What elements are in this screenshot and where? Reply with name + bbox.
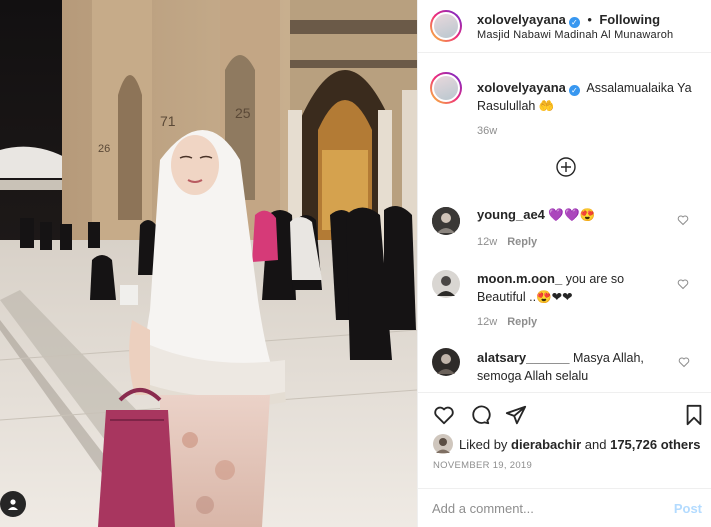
comment-text: 💜💜😍 bbox=[548, 208, 596, 222]
person-icon bbox=[8, 499, 18, 510]
reply-button[interactable]: Reply bbox=[507, 236, 537, 248]
avatar-photo bbox=[432, 270, 460, 298]
author-avatar[interactable] bbox=[430, 10, 462, 42]
comment-username[interactable]: alatsary______ bbox=[477, 350, 570, 365]
like-comment-heart-icon[interactable] bbox=[677, 214, 689, 226]
plaque-number-71: 71 bbox=[160, 113, 176, 129]
location-link[interactable]: Masjid Nabawi Madinah Al Munawaroh bbox=[477, 29, 673, 41]
comment-item-clipped: alatsary______ Masya Allah, semoga Allah… bbox=[418, 340, 711, 390]
likes-count-link[interactable]: 175,726 others bbox=[610, 437, 700, 452]
commenter-avatar[interactable] bbox=[432, 207, 460, 235]
plaque-number-26: 26 bbox=[98, 143, 110, 155]
plaque-number-25: 25 bbox=[235, 105, 251, 121]
comment-time[interactable]: 12w bbox=[477, 236, 497, 248]
reply-button[interactable]: Reply bbox=[507, 316, 537, 328]
post-date[interactable]: NOVEMBER 19, 2019 bbox=[433, 460, 532, 471]
caption-text-line2: Rasulullah 🤲 bbox=[477, 99, 555, 113]
comment-text-line1: you are so bbox=[565, 272, 625, 286]
caption: xolovelyayana ✓ Assalamualaika Ya Rasulul… bbox=[477, 79, 699, 137]
avatar-photo bbox=[433, 434, 453, 454]
divider bbox=[418, 488, 711, 489]
post-photo[interactable]: 71 25 26 bbox=[0, 0, 417, 527]
author-username[interactable]: xolovelyayana bbox=[477, 12, 566, 27]
comment-text-line2: semoga Allah selalu bbox=[477, 369, 589, 383]
likes-and: and bbox=[584, 437, 607, 452]
caption-time[interactable]: 36w bbox=[477, 125, 699, 137]
caption-text-line1: Assalamualaika Ya bbox=[586, 81, 692, 95]
liker-avatar[interactable] bbox=[433, 434, 453, 454]
post-comment-button[interactable]: Post bbox=[674, 501, 702, 516]
like-comment-heart-icon[interactable] bbox=[678, 356, 690, 368]
comment-text-line2: Beautiful ..😍❤❤ bbox=[477, 290, 573, 304]
comment-text-clipped bbox=[477, 385, 677, 390]
comment-time[interactable]: 12w bbox=[477, 316, 497, 328]
avatar-photo bbox=[432, 348, 460, 376]
post-header: xolovelyayana ✓ • Following Masjid Nabawi… bbox=[418, 0, 711, 53]
plus-circle-icon bbox=[556, 157, 576, 177]
divider bbox=[418, 392, 711, 393]
following-button[interactable]: Following bbox=[599, 12, 660, 27]
avatar-photo bbox=[432, 207, 460, 235]
add-comment-input[interactable] bbox=[432, 496, 652, 520]
comment-text-line1: Masya Allah, bbox=[573, 351, 644, 365]
post-side-panel: xolovelyayana ✓ • Following Masjid Nabawi… bbox=[417, 0, 711, 527]
liker-username[interactable]: dierabachir bbox=[511, 437, 581, 452]
likes-prefix: Liked by bbox=[459, 437, 508, 452]
header-line: xolovelyayana ✓ • Following bbox=[477, 11, 660, 29]
likes-summary: Liked by dierabachir and 175,726 others bbox=[459, 437, 700, 452]
verified-badge-icon: ✓ bbox=[568, 85, 580, 96]
like-heart-icon[interactable] bbox=[433, 404, 455, 426]
like-comment-heart-icon[interactable] bbox=[677, 278, 689, 290]
comment-username[interactable]: moon.m.oon_ bbox=[477, 271, 562, 286]
comment-item: young_ae4 💜💜😍 12w Reply bbox=[477, 206, 595, 248]
commenter-avatar[interactable] bbox=[432, 270, 460, 298]
save-bookmark-icon[interactable] bbox=[684, 404, 704, 426]
commenter-avatar[interactable] bbox=[432, 348, 460, 376]
caption-username[interactable]: xolovelyayana bbox=[477, 80, 566, 95]
comment-item: moon.m.oon_ you are so Beautiful ..😍❤❤ 1… bbox=[477, 270, 677, 328]
comment-username[interactable]: young_ae4 bbox=[477, 207, 545, 222]
load-more-comments-button[interactable] bbox=[556, 157, 576, 177]
comment-bubble-icon[interactable] bbox=[469, 404, 491, 426]
caption-author-avatar[interactable] bbox=[430, 72, 462, 104]
tagged-users-icon[interactable] bbox=[0, 491, 26, 517]
verified-badge-icon: ✓ bbox=[568, 17, 580, 28]
photo-illustration: 71 25 26 bbox=[0, 0, 417, 527]
share-paper-plane-icon[interactable] bbox=[505, 404, 527, 426]
separator-dot: • bbox=[587, 12, 592, 27]
